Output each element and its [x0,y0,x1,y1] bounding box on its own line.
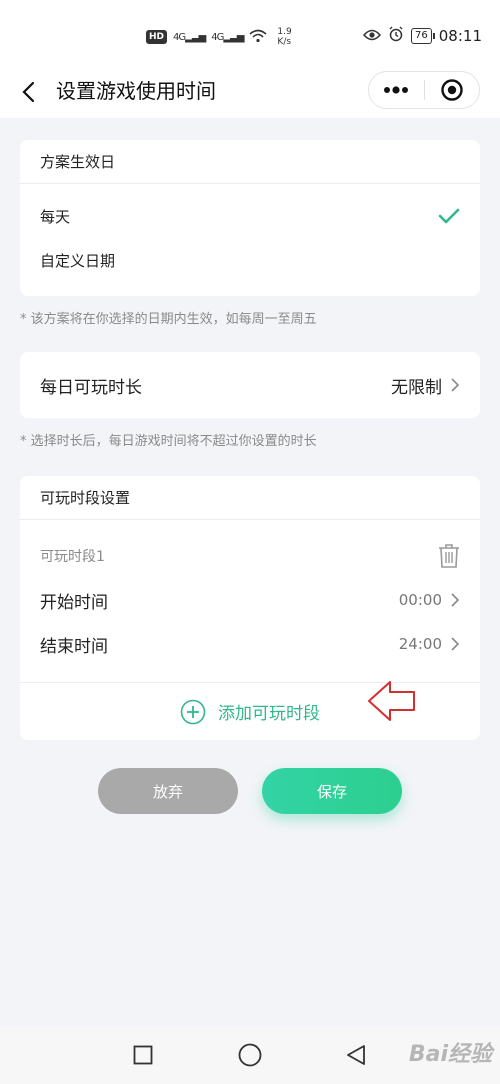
option-custom-date[interactable]: 自定义日期 [20,240,480,280]
back-button[interactable] [14,76,42,108]
home-button[interactable] [235,1040,265,1070]
close-mini-program-button[interactable] [425,72,480,108]
daily-limit-row[interactable]: 每日可玩时长 无限制 [20,352,480,418]
signal-icon: 4G▂▃▅ [173,31,206,43]
option-label: 每天 [40,207,71,226]
daily-limit-note: * 选择时长后，每日游戏时间将不超过你设置的时长 [20,434,317,449]
watermark: Bai经验 [408,1042,492,1067]
periods-heading: 可玩时段设置 [20,476,480,520]
end-time-row[interactable]: 结束时间 24:00 [20,622,480,666]
clock-time: 08:11 [438,27,482,45]
add-period-label: 添加可玩时段 [218,704,320,724]
more-dots-icon [384,86,409,94]
wifi-icon [249,29,267,46]
effective-days-note: * 该方案将在你选择的日期内生效，如每周一至周五 [20,312,317,327]
square-icon [133,1045,153,1065]
mini-program-capsule [368,71,480,109]
trash-icon [439,544,459,568]
option-every-day[interactable]: 每天 [20,196,480,236]
chevron-left-icon [22,81,35,103]
network-speed: 1.9 K/s [277,27,292,47]
target-icon [441,79,463,101]
signal-icon: 4G▂▃▅ [211,31,244,43]
end-time-label: 结束时间 [40,636,108,657]
start-time-label: 开始时间 [40,592,108,613]
daily-limit-value: 无限制 [391,377,442,398]
delete-period-button[interactable] [438,543,460,569]
recent-apps-button[interactable] [128,1040,158,1070]
start-time-value: 00:00 [398,591,442,609]
daily-limit-card: 每日可玩时长 无限制 [20,352,480,418]
battery-icon: 76 [411,28,435,44]
circle-icon [238,1043,262,1067]
chevron-right-icon [451,593,460,607]
alarm-icon [388,26,404,46]
back-nav-button[interactable] [341,1040,371,1070]
effective-days-card: 方案生效日 每天 自定义日期 [20,140,480,296]
start-time-row[interactable]: 开始时间 00:00 [20,578,480,622]
checkmark-icon [438,208,460,224]
chevron-right-icon [451,637,460,651]
page-title: 设置游戏使用时间 [56,79,216,103]
eye-icon [363,27,382,45]
end-time-value: 24:00 [398,635,442,653]
effective-days-heading: 方案生效日 [20,140,480,184]
status-bar: HD 4G▂▃▅ 4G▂▃▅ 1.9 K/s 76 08:11 [0,0,500,66]
chevron-right-icon [451,378,460,392]
triangle-back-icon [347,1045,365,1065]
annotation-arrow-icon [368,681,415,721]
option-label: 自定义日期 [40,251,116,270]
save-button[interactable]: 保存 [262,768,402,814]
period-header: 可玩时段1 [20,536,480,576]
app-header: 设置游戏使用时间 [0,66,500,118]
daily-limit-label: 每日可玩时长 [40,377,142,398]
more-button[interactable] [369,72,424,108]
hd-badge: HD [146,30,168,44]
abandon-button[interactable]: 放弃 [98,768,238,814]
period-title: 可玩时段1 [40,549,105,565]
plus-circle-icon [180,699,206,724]
status-bar-right: 76 08:11 [363,26,482,46]
status-bar-indicators: HD 4G▂▃▅ 4G▂▃▅ 1.9 K/s [146,24,292,50]
